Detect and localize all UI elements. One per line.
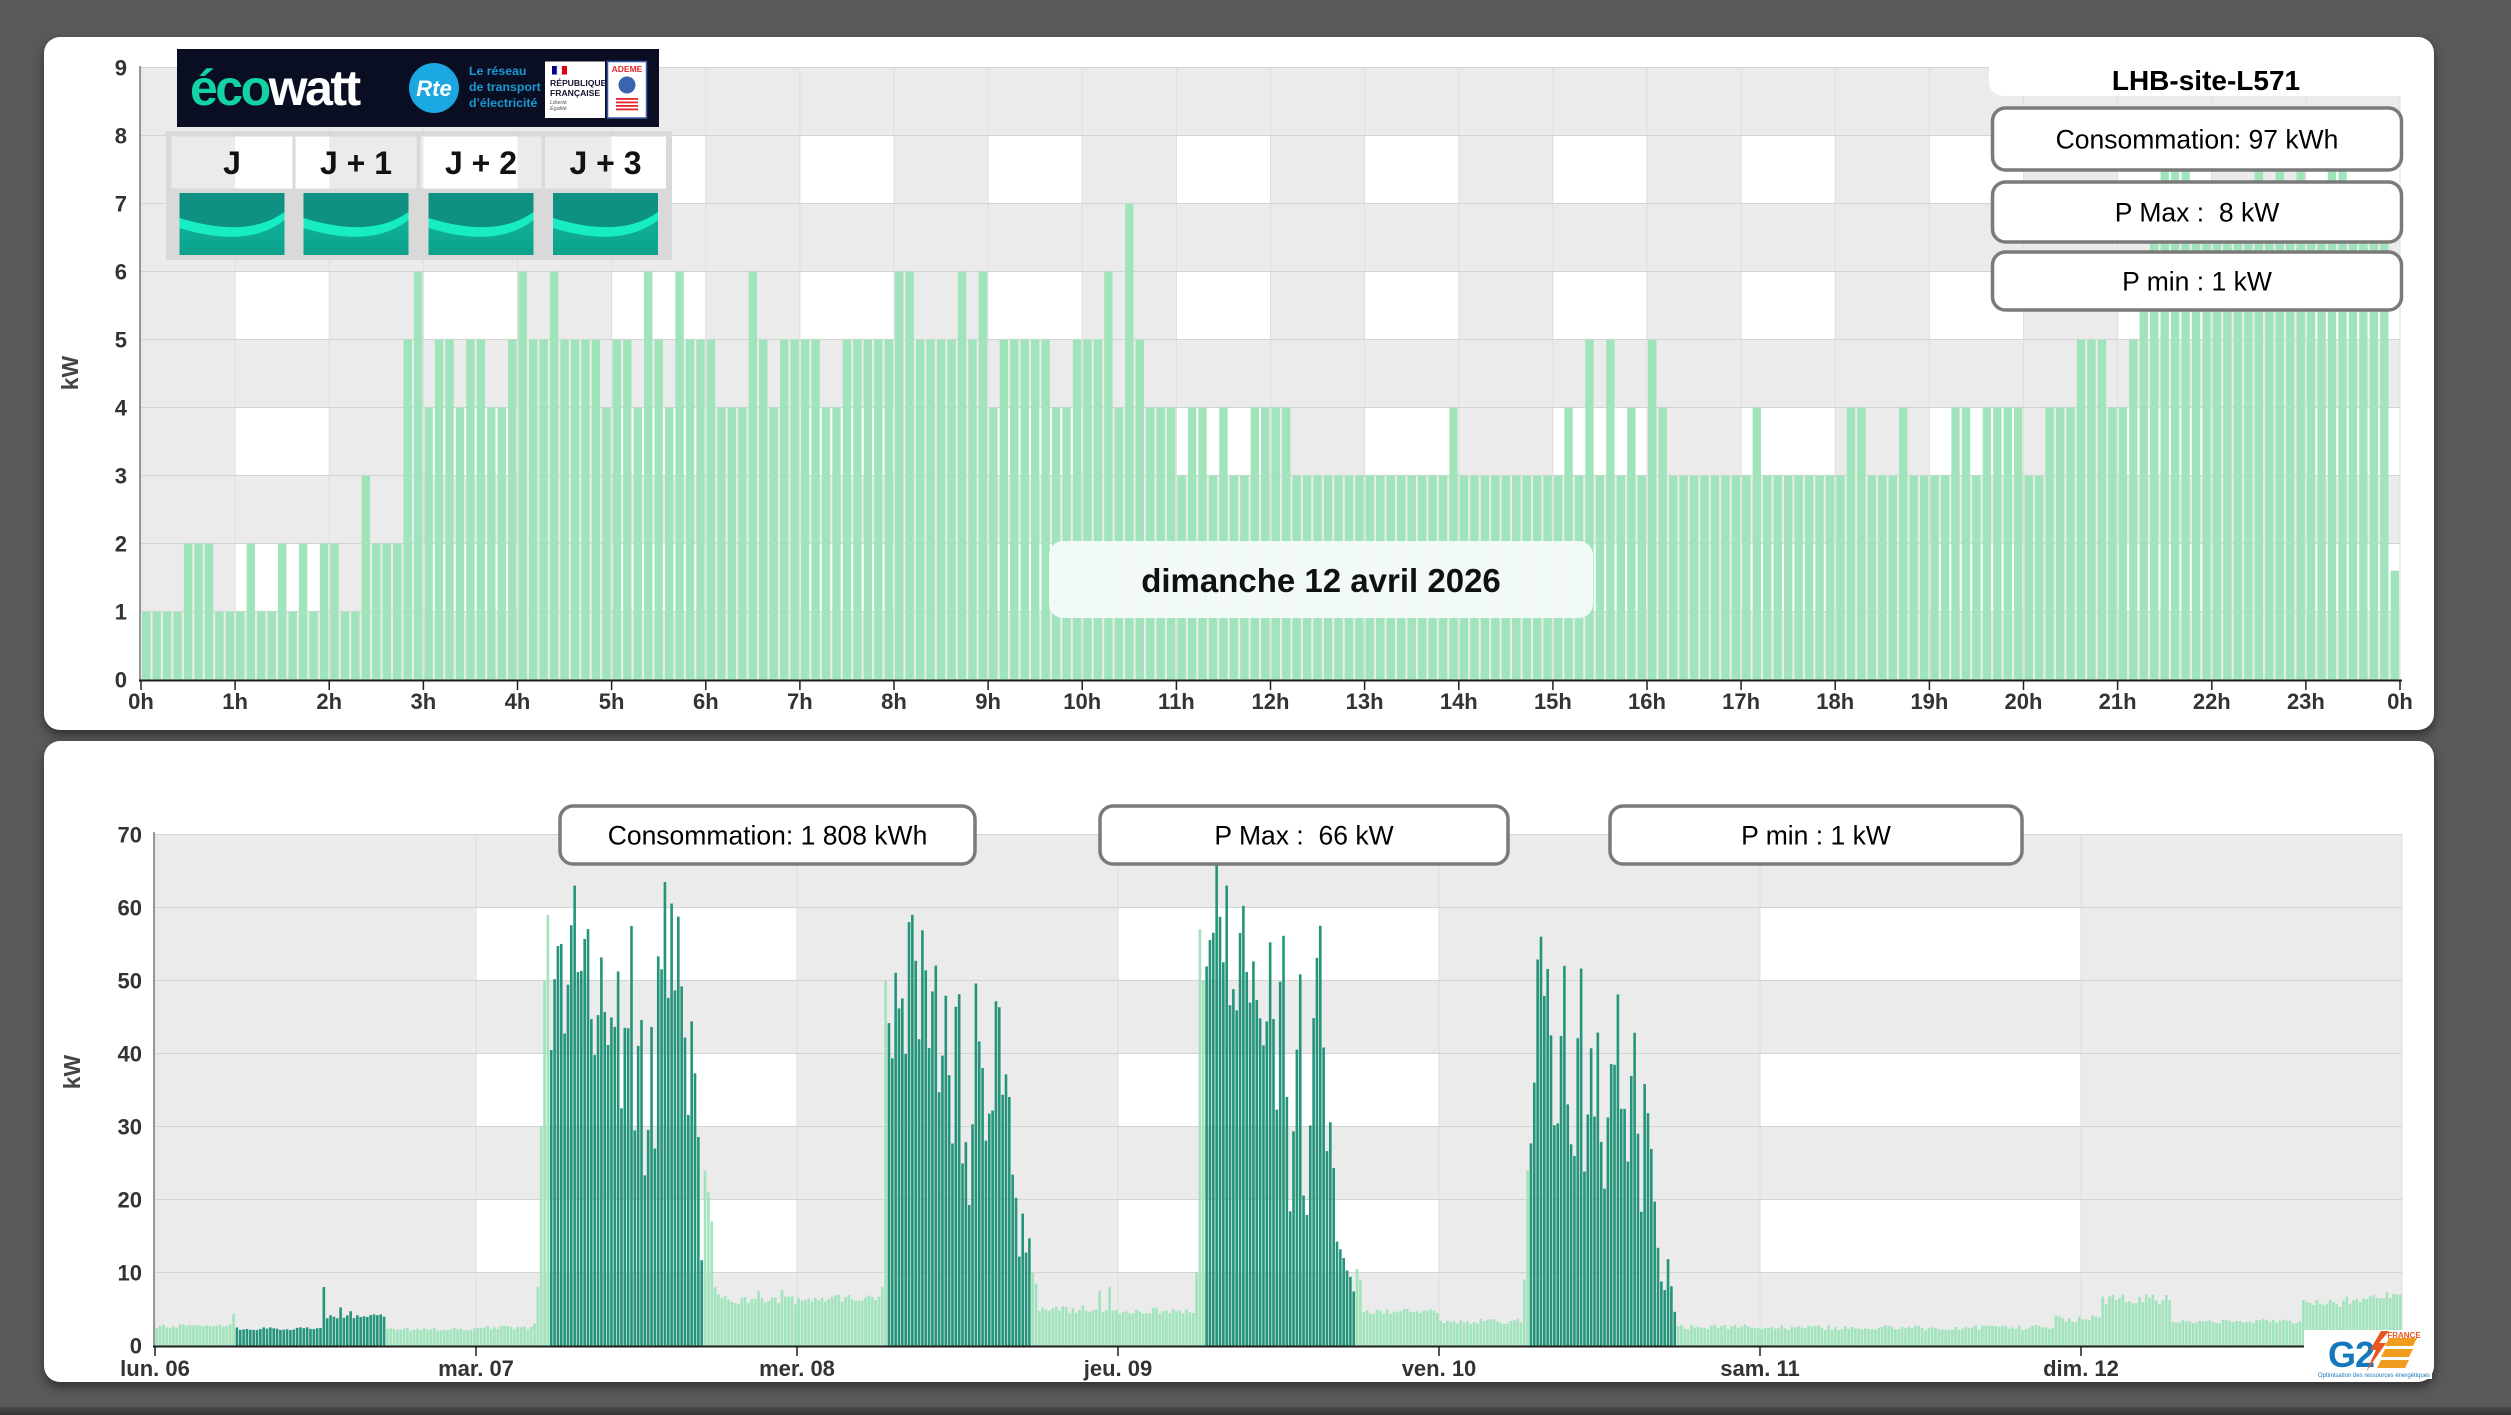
svg-text:P min : 1 kW: P min : 1 kW (2122, 267, 2272, 297)
svg-text:de transport: de transport (469, 80, 541, 94)
svg-text:3: 3 (115, 464, 127, 489)
svg-text:18h: 18h (1816, 689, 1854, 714)
svg-text:G2: G2 (2328, 1334, 2374, 1375)
svg-text:4: 4 (115, 396, 128, 421)
svg-text:écowatt: écowatt (190, 60, 362, 116)
svg-text:Égalité: Égalité (550, 105, 567, 112)
svg-text:5: 5 (115, 328, 127, 353)
svg-text:0: 0 (115, 668, 127, 693)
svg-text:Rte: Rte (416, 76, 451, 101)
svg-text:11h: 11h (1158, 689, 1195, 714)
svg-text:ven. 10: ven. 10 (1402, 1356, 1477, 1381)
svg-text:15h: 15h (1534, 689, 1572, 714)
svg-text:P min : 1 kW: P min : 1 kW (1741, 821, 1891, 851)
svg-text:J: J (223, 145, 241, 181)
svg-text:7h: 7h (787, 689, 813, 714)
svg-text:FRANCE: FRANCE (2387, 1331, 2421, 1340)
svg-text:dimanche 12 avril 2026: dimanche 12 avril 2026 (1141, 562, 1501, 599)
svg-text:P Max : 8 kW: P Max : 8 kW (2115, 198, 2279, 228)
svg-text:Le réseau: Le réseau (469, 64, 526, 78)
svg-text:50: 50 (118, 969, 142, 994)
svg-text:J + 1: J + 1 (320, 145, 392, 181)
svg-text:0h: 0h (128, 689, 154, 714)
svg-text:16h: 16h (1628, 689, 1666, 714)
svg-text:FRANÇAISE: FRANÇAISE (550, 88, 600, 98)
svg-text:0: 0 (130, 1334, 142, 1359)
svg-text:23h: 23h (2287, 689, 2325, 714)
svg-text:sam. 11: sam. 11 (1720, 1356, 1800, 1381)
svg-text:Optimisation des ressources én: Optimisation des ressources énergétiques (2318, 1373, 2430, 1379)
svg-text:8: 8 (115, 124, 127, 149)
svg-text:3h: 3h (411, 689, 437, 714)
svg-text:d’électricité: d’électricité (469, 96, 538, 110)
svg-text:kW: kW (57, 355, 83, 390)
svg-text:J + 2: J + 2 (445, 145, 517, 181)
svg-text:14h: 14h (1440, 689, 1478, 714)
svg-text:10: 10 (118, 1261, 142, 1286)
svg-text:20h: 20h (2005, 689, 2043, 714)
svg-text:21h: 21h (2099, 689, 2137, 714)
svg-text:13h: 13h (1346, 689, 1384, 714)
svg-text:8h: 8h (881, 689, 907, 714)
svg-text:Consommation: 1 808 kWh: Consommation: 1 808 kWh (608, 821, 928, 851)
svg-text:9: 9 (115, 56, 127, 81)
svg-text:Consommation: 97 kWh: Consommation: 97 kWh (2056, 125, 2339, 155)
svg-text:2: 2 (115, 532, 127, 557)
svg-text:17h: 17h (1722, 689, 1760, 714)
svg-text:mar. 07: mar. 07 (438, 1356, 514, 1381)
svg-text:30: 30 (118, 1115, 142, 1140)
svg-text:lun. 06: lun. 06 (120, 1356, 190, 1381)
svg-text:0h: 0h (2387, 689, 2413, 714)
svg-text:19h: 19h (1910, 689, 1948, 714)
svg-text:1h: 1h (222, 689, 248, 714)
svg-text:12h: 12h (1252, 689, 1290, 714)
svg-text:6h: 6h (693, 689, 719, 714)
svg-text:J + 3: J + 3 (569, 145, 641, 181)
svg-text:2h: 2h (316, 689, 342, 714)
svg-text:1: 1 (115, 600, 127, 625)
svg-text:mer. 08: mer. 08 (759, 1356, 835, 1381)
svg-text:7: 7 (115, 192, 127, 217)
svg-text:9h: 9h (975, 689, 1001, 714)
svg-text:LHB-site-L571: LHB-site-L571 (2112, 65, 2300, 96)
svg-text:jeu. 09: jeu. 09 (1083, 1356, 1152, 1381)
svg-text:70: 70 (118, 823, 142, 848)
svg-text:10h: 10h (1063, 689, 1101, 714)
svg-text:40: 40 (118, 1042, 142, 1067)
svg-text:6: 6 (115, 260, 127, 285)
svg-text:5h: 5h (599, 689, 625, 714)
svg-text:4h: 4h (505, 689, 531, 714)
svg-text:ADEME: ADEME (612, 64, 643, 74)
svg-text:dim. 12: dim. 12 (2043, 1356, 2119, 1381)
svg-text:20: 20 (118, 1188, 142, 1213)
svg-text:RÉPUBLIQUE: RÉPUBLIQUE (550, 78, 607, 88)
svg-text:P Max : 66 kW: P Max : 66 kW (1214, 821, 1393, 851)
svg-text:60: 60 (118, 896, 142, 921)
svg-text:kW: kW (59, 1054, 85, 1089)
svg-text:22h: 22h (2193, 689, 2231, 714)
